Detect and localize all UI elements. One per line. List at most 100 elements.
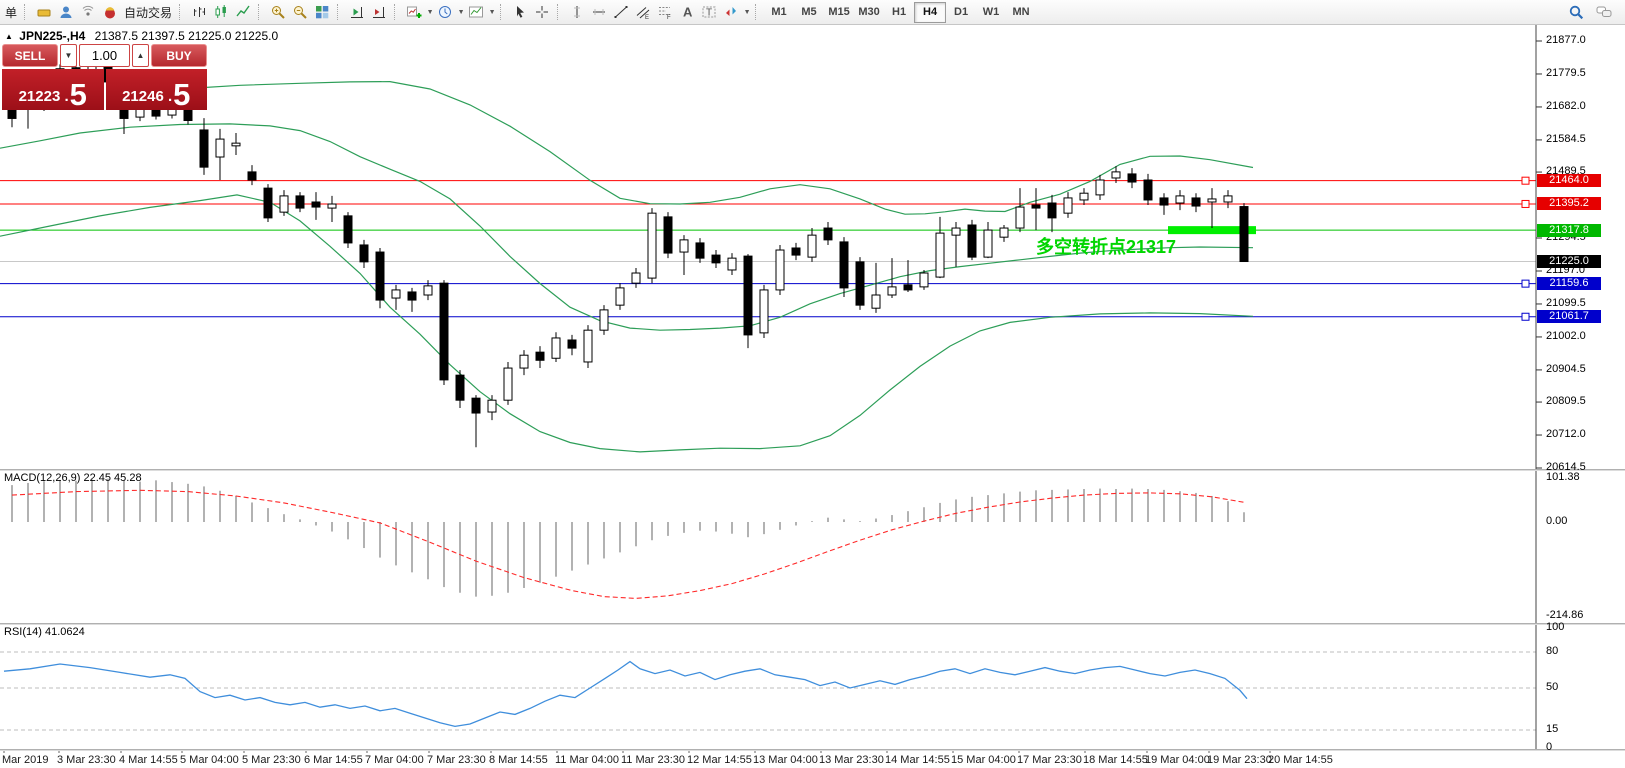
svg-text:A: A <box>683 5 693 20</box>
search-icon[interactable] <box>1565 2 1587 22</box>
volume-input[interactable]: 1.00 <box>79 44 130 67</box>
panel-separator[interactable] <box>0 623 1625 625</box>
candle-body <box>456 375 464 400</box>
candle-body <box>440 283 448 380</box>
text-icon[interactable]: A <box>676 2 698 22</box>
line-handle-marker[interactable] <box>1522 280 1529 287</box>
ohlc-values: 21387.5 21397.5 21225.0 21225.0 <box>95 29 279 43</box>
svg-text:E: E <box>645 15 649 20</box>
templates-icon[interactable] <box>465 2 487 22</box>
candle-body <box>360 245 368 262</box>
autotrade-icon[interactable] <box>99 2 121 22</box>
price-axis-label: 80 <box>1546 645 1558 657</box>
candle-body <box>952 228 960 235</box>
time-axis-label: 7 Mar 23:30 <box>427 754 486 766</box>
zoom-out-icon[interactable] <box>289 2 311 22</box>
new-order-button[interactable]: 单 <box>2 2 20 22</box>
timeframe-H4-button[interactable]: H4 <box>914 2 946 23</box>
timeframe-D1-button[interactable]: D1 <box>946 3 976 22</box>
chart-canvas[interactable] <box>0 0 1625 768</box>
candle-body <box>936 233 944 277</box>
candle-body <box>216 139 224 157</box>
templates-dropdown-arrow[interactable]: ▼ <box>488 9 496 16</box>
time-axis-label: 4 Mar 14:55 <box>119 754 178 766</box>
price-line-label: 21395.2 <box>1537 197 1601 210</box>
line-chart-icon[interactable] <box>232 2 254 22</box>
candle-body <box>824 228 832 240</box>
cursor-icon[interactable] <box>509 2 531 22</box>
autotrade-button[interactable]: 自动交易 <box>121 2 175 22</box>
zoom-in-icon[interactable] <box>267 2 289 22</box>
timeframe-MN-button[interactable]: MN <box>1006 3 1036 22</box>
price-axis-label: 21877.0 <box>1546 34 1586 46</box>
candle-body <box>280 196 288 212</box>
volume-decrease-button[interactable]: ▼ <box>60 44 77 67</box>
periodicity-icon[interactable] <box>434 2 456 22</box>
time-axis-label: 8 Mar 14:55 <box>489 754 548 766</box>
timeframe-H1-button[interactable]: H1 <box>884 3 914 22</box>
time-axis-label: 12 Mar 14:55 <box>687 754 752 766</box>
horizontal-line-icon[interactable] <box>588 2 610 22</box>
line-handle-marker[interactable] <box>1522 177 1529 184</box>
panel-separator[interactable] <box>0 749 1625 751</box>
trend-line-icon[interactable] <box>610 2 632 22</box>
candle-body <box>920 273 928 287</box>
timeframe-M30-button[interactable]: M30 <box>854 3 884 22</box>
chart-shift-icon[interactable] <box>368 2 390 22</box>
candle-body <box>376 252 384 300</box>
timeframe-M15-button[interactable]: M15 <box>824 3 854 22</box>
signals-icon[interactable] <box>77 2 99 22</box>
volume-increase-button[interactable]: ▲ <box>132 44 149 67</box>
bar-chart-icon[interactable] <box>188 2 210 22</box>
arrows-icon[interactable] <box>720 2 742 22</box>
candle-body <box>728 258 736 270</box>
vertical-line-icon[interactable] <box>566 2 588 22</box>
buy-button[interactable]: BUY <box>151 44 207 67</box>
sell-button[interactable]: SELL <box>2 44 58 67</box>
time-axis-label: 7 Mar 04:00 <box>365 754 424 766</box>
toolbar-separator <box>557 4 562 20</box>
candle-body <box>968 225 976 257</box>
timeframe-M5-button[interactable]: M5 <box>794 3 824 22</box>
candle-body <box>200 130 208 167</box>
price-axis-label: 0 <box>1546 741 1552 753</box>
panel-separator[interactable] <box>0 469 1625 471</box>
line-handle-marker[interactable] <box>1522 200 1529 207</box>
candle-body <box>1000 228 1008 237</box>
rsi-indicator-label: RSI(14) 41.0624 <box>4 626 85 638</box>
equidistant-channel-icon[interactable]: E <box>632 2 654 22</box>
fibonacci-icon[interactable]: F <box>654 2 676 22</box>
price-axis-label: 21779.5 <box>1546 67 1586 79</box>
toolbar-separator <box>179 4 184 20</box>
candle-body <box>712 255 720 263</box>
time-axis-label: 13 Mar 04:00 <box>753 754 818 766</box>
community-icon[interactable] <box>55 2 77 22</box>
periodicity-dropdown-arrow[interactable]: ▼ <box>457 9 465 16</box>
new-chart-dropdown-arrow[interactable]: ▼ <box>426 9 434 16</box>
time-axis-label: 5 Mar 23:30 <box>242 754 301 766</box>
timeframe-W1-button[interactable]: W1 <box>976 3 1006 22</box>
line-handle-marker[interactable] <box>1522 313 1529 320</box>
gold-icon[interactable] <box>33 2 55 22</box>
collapse-triangle-icon[interactable]: ▲ <box>5 32 13 41</box>
tile-windows-icon[interactable] <box>311 2 333 22</box>
price-line-label: 21061.7 <box>1537 310 1601 323</box>
price-axis-label: 21682.0 <box>1546 100 1586 112</box>
macd-signal-line <box>12 490 1244 598</box>
svg-text:T: T <box>706 8 712 19</box>
candle-body <box>488 400 496 412</box>
candle-body <box>1112 172 1120 178</box>
crosshair-icon[interactable] <box>531 2 553 22</box>
auto-scroll-icon[interactable] <box>346 2 368 22</box>
sell-price[interactable]: 21223 . 5 <box>2 69 104 110</box>
chat-icon[interactable] <box>1593 2 1615 22</box>
candlestick-chart-icon[interactable] <box>210 2 232 22</box>
timeframe-M1-button[interactable]: M1 <box>764 3 794 22</box>
candle-body <box>872 295 880 308</box>
candle-body <box>1080 193 1088 200</box>
buy-price[interactable]: 21246 . 5 <box>106 69 208 110</box>
new-chart-icon[interactable] <box>403 2 425 22</box>
arrows-dropdown-arrow[interactable]: ▼ <box>743 9 751 16</box>
macd-indicator-label: MACD(12,26,9) 22.45 45.28 <box>4 472 142 484</box>
text-label-icon[interactable]: T <box>698 2 720 22</box>
